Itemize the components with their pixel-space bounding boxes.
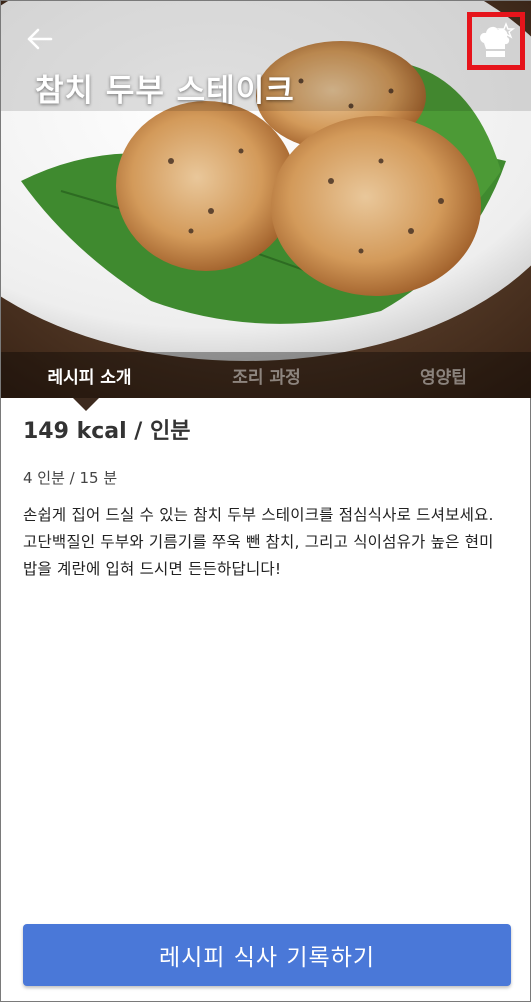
recipe-intro-content: 149 kcal / 인분 4 인분 / 15 분 손쉽게 집어 드실 수 있는… [23, 413, 508, 583]
active-tab-indicator [73, 398, 99, 411]
recipe-description: 손쉽게 집어 드실 수 있는 참치 두부 스테이크를 점심식사로 드셔보세요. … [23, 506, 494, 578]
back-button[interactable] [19, 21, 59, 57]
calories-per-serving: 149 kcal / 인분 [23, 419, 191, 444]
chef-favorite-button[interactable] [467, 12, 525, 70]
arrow-left-icon [27, 28, 53, 50]
recipe-tabs: 레시피 소개 조리 과정 영양팁 [1, 352, 531, 398]
chef-hat-star-icon [480, 22, 516, 57]
tab-cooking-steps[interactable]: 조리 과정 [178, 352, 355, 398]
food-photo [1, 1, 531, 398]
servings-time: 4 인분 / 15 분 [23, 469, 118, 487]
tab-recipe-intro[interactable]: 레시피 소개 [1, 352, 178, 398]
tab-nutrition-tips[interactable]: 영양팁 [355, 352, 531, 398]
recipe-title: 참치 두부 스테이크 [35, 73, 295, 109]
record-meal-button[interactable]: 레시피 식사 기록하기 [23, 924, 511, 986]
recipe-hero-image: 참치 두부 스테이크 레시피 소개 조리 과정 영양팁 [1, 1, 531, 398]
